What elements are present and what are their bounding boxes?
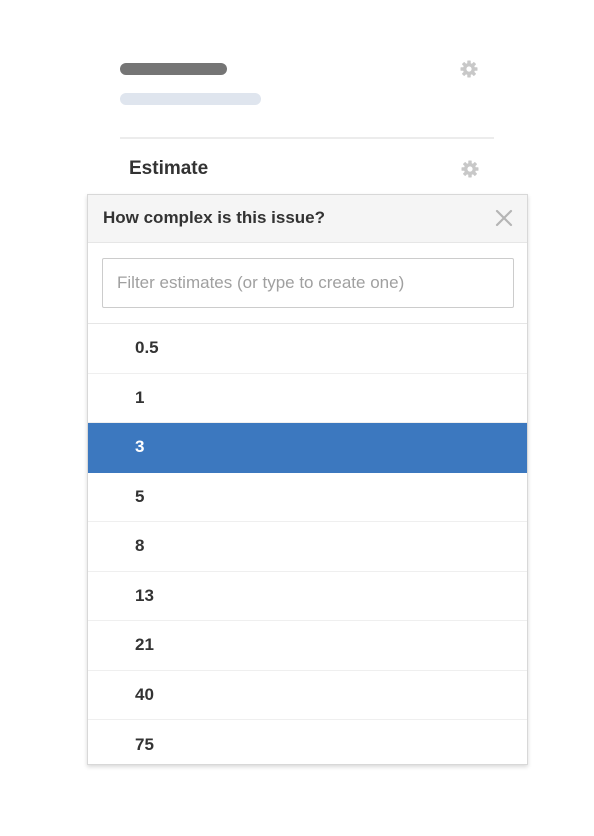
estimate-option[interactable]: 75 <box>88 720 527 764</box>
estimate-option[interactable]: 1 <box>88 374 527 423</box>
estimate-options-list: 0.5 1 3 5 8 13 21 40 75 <box>88 324 527 764</box>
estimate-option[interactable]: 21 <box>88 621 527 671</box>
estimate-option[interactable]: 8 <box>88 522 527 572</box>
estimate-option[interactable]: 40 <box>88 671 527 720</box>
filter-container <box>88 243 527 324</box>
estimate-option[interactable]: 0.5 <box>88 324 527 374</box>
gear-icon[interactable] <box>460 159 480 179</box>
estimate-option[interactable]: 13 <box>88 572 527 621</box>
estimate-option[interactable]: 3 <box>88 423 527 473</box>
placeholder-subtitle-bar <box>120 93 261 105</box>
estimate-option[interactable]: 5 <box>88 473 527 522</box>
placeholder-title-bar <box>120 63 227 75</box>
close-icon[interactable] <box>493 207 515 229</box>
estimate-dropdown: How complex is this issue? 0.51358132140… <box>87 194 528 765</box>
gear-icon[interactable] <box>459 59 479 79</box>
dropdown-header: How complex is this issue? <box>88 195 527 243</box>
section-title-estimate: Estimate <box>129 158 209 179</box>
dropdown-title: How complex is this issue? <box>103 208 326 227</box>
section-divider <box>120 137 494 139</box>
filter-estimates-input[interactable] <box>102 258 514 308</box>
